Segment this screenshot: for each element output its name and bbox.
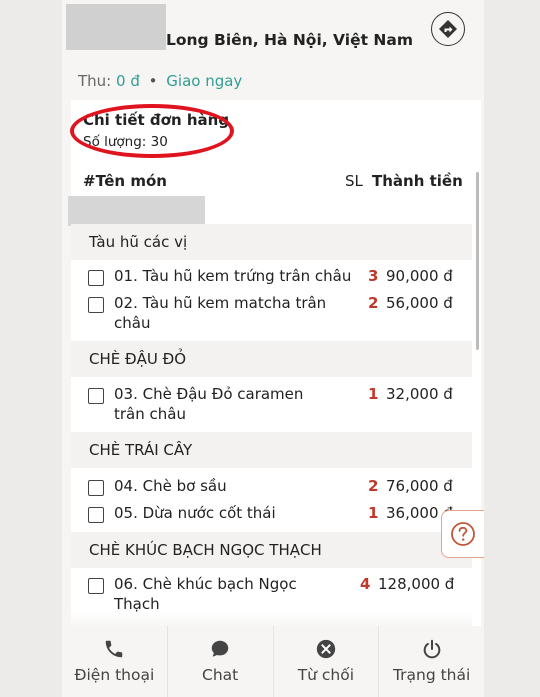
chat-icon (211, 640, 229, 657)
delivery-address: Long Biên, Hà Nội, Việt Nam (166, 31, 413, 49)
phone-icon (106, 640, 123, 658)
separator-dot: • (148, 72, 158, 90)
status-label: Trạng thái (392, 666, 471, 684)
item-qty: 2 (368, 477, 379, 495)
item-checkbox[interactable] (88, 507, 104, 523)
item-qty: 4 (360, 575, 371, 593)
item-checkbox[interactable] (88, 270, 104, 286)
item-checkbox[interactable] (88, 578, 104, 594)
redacted-block (66, 4, 166, 50)
collect-label: Thu: (78, 72, 112, 90)
item-price: 76,000 đ (386, 477, 453, 495)
column-header-total: Thành tiền (372, 172, 463, 190)
item-name: 05. Dừa nước cốt thái (114, 504, 276, 522)
bottom-action-bar: Điện thoại Chat Từ chối Trạng thái (62, 626, 484, 697)
delivery-mode: Giao ngay (166, 72, 243, 90)
item-qty: 2 (368, 294, 379, 312)
item-price: 90,000 đ (386, 267, 453, 285)
item-name: 02. Tàu hũ kem matcha trân châu (114, 294, 327, 332)
help-icon (451, 522, 475, 546)
category-header: CHÈ ĐẬU ĐỎ (71, 341, 472, 377)
item-checkbox[interactable] (88, 388, 104, 404)
collect-value: 0 đ (116, 72, 140, 90)
help-button[interactable] (441, 510, 484, 558)
category-header: CHÈ KHÚC BẠCH NGỌC THẠCH (71, 532, 472, 568)
directions-icon (439, 20, 457, 38)
item-qty: 1 (368, 385, 379, 403)
annotation-circle (70, 104, 234, 158)
call-label: Điện thoại (74, 666, 155, 684)
chat-label: Chat (202, 666, 239, 684)
power-icon (423, 639, 440, 659)
item-name: 04. Chè bơ sầu (114, 477, 227, 495)
category-header: Tàu hũ các vị (71, 224, 472, 260)
navigate-button[interactable] (431, 12, 465, 46)
item-price: 128,000 đ (378, 575, 455, 593)
item-name: 06. Chè khúc bạch Ngọc Thạch (114, 575, 297, 613)
item-qty: 1 (368, 504, 379, 522)
call-button[interactable]: Điện thoại (62, 626, 168, 697)
chat-button[interactable]: Chat (168, 626, 274, 697)
item-price: 32,000 đ (386, 385, 453, 403)
item-price: 56,000 đ (386, 294, 453, 312)
item-qty: 3 (368, 267, 379, 285)
item-name: 01. Tàu hũ kem trứng trân châu (114, 267, 352, 285)
column-header-name: #Tên món (83, 172, 167, 190)
scrollbar[interactable] (476, 172, 479, 350)
collect-amount-line: Thu: 0 đ • Giao ngay (78, 72, 242, 90)
category-header: CHÈ TRÁI CÂY (71, 432, 472, 468)
redacted-block (68, 196, 205, 226)
reject-label: Từ chối (297, 666, 355, 684)
column-header-sl: SL (345, 172, 363, 190)
item-name: 03. Chè Đậu Đỏ caramen trân châu (114, 385, 304, 423)
item-checkbox[interactable] (88, 480, 104, 496)
reject-button[interactable]: Từ chối (274, 626, 380, 697)
item-checkbox[interactable] (88, 297, 104, 313)
reject-icon (316, 639, 336, 659)
status-button[interactable]: Trạng thái (379, 626, 484, 697)
